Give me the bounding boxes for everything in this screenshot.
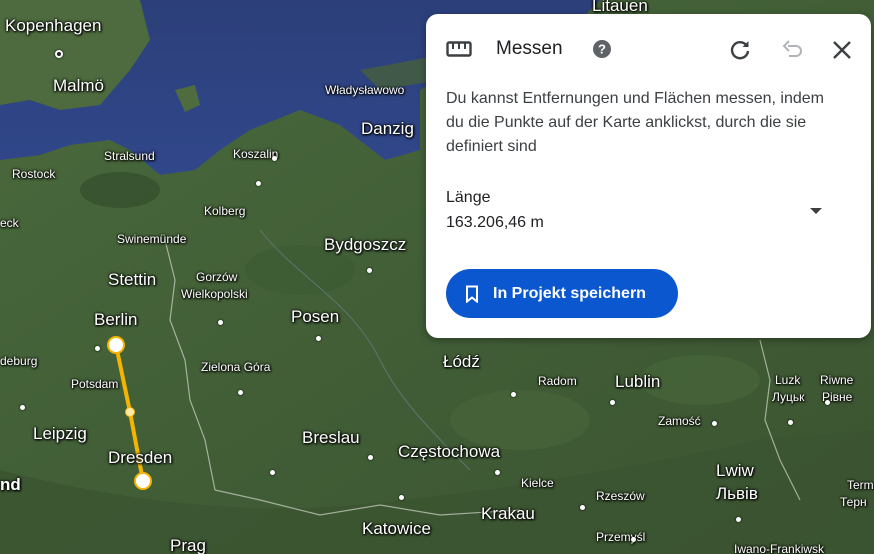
- svg-text:?: ?: [598, 42, 606, 57]
- city-dot: [580, 505, 585, 510]
- city-dot: [20, 405, 25, 410]
- city-dot: [788, 420, 793, 425]
- map-label-wladyslawowo[interactable]: Władysławowo: [325, 84, 404, 96]
- map-label-lublin[interactable]: Lublin: [615, 373, 660, 390]
- map-label-term-cyr[interactable]: Терн: [840, 496, 867, 508]
- map-label-kielce[interactable]: Kielce: [521, 477, 554, 489]
- map-label-rzeszow[interactable]: Rzeszów: [596, 490, 645, 502]
- map-label-gorzow[interactable]: Gorzów: [196, 271, 237, 283]
- map-label-dresden[interactable]: Dresden: [108, 449, 172, 466]
- map-label-luzk[interactable]: Luzk: [775, 374, 800, 386]
- close-icon[interactable]: [828, 36, 856, 64]
- map-label-lwiw[interactable]: Lwiw: [716, 462, 754, 479]
- measure-midpoint[interactable]: [125, 407, 135, 417]
- map-label-zamosc[interactable]: Zamość: [658, 415, 701, 427]
- map-label-kolberg[interactable]: Kolberg: [204, 205, 245, 217]
- save-to-project-button[interactable]: In Projekt speichern: [446, 269, 678, 318]
- city-dot: [736, 517, 741, 522]
- panel-title: Messen: [496, 38, 563, 59]
- refresh-icon[interactable]: [726, 36, 754, 64]
- chevron-down-icon[interactable]: [802, 199, 830, 223]
- ruler-icon: [446, 39, 472, 59]
- map-label-deburg[interactable]: deburg: [0, 355, 37, 367]
- city-dot: [316, 336, 321, 341]
- map-label-posen[interactable]: Posen: [291, 308, 339, 325]
- map-label-stettin[interactable]: Stettin: [108, 271, 156, 288]
- map-label-litauen[interactable]: Litauen: [592, 0, 648, 14]
- map-label-lwiw-cyr[interactable]: Львів: [716, 485, 758, 502]
- city-dot: [399, 495, 404, 500]
- map-label-stralsund[interactable]: Stralsund: [104, 150, 155, 162]
- map-label-katowice[interactable]: Katowice: [362, 520, 431, 537]
- map-label-lodz[interactable]: Łódź: [443, 353, 480, 370]
- measure-panel: Messen ? Du kannst Entfernungen und Fläc…: [426, 14, 871, 338]
- map-label-bydgoszcz[interactable]: Bydgoszcz: [324, 236, 406, 253]
- city-dot: [55, 50, 63, 58]
- map-label-swinemunde[interactable]: Swinemünde: [117, 233, 186, 245]
- map-label-kopenhagen[interactable]: Kopenhagen: [5, 17, 101, 34]
- city-dot: [238, 390, 243, 395]
- city-dot: [631, 537, 636, 542]
- map-label-ivano[interactable]: Iwano-Frankiwsk: [734, 543, 824, 554]
- measure-point-start[interactable]: [107, 336, 125, 354]
- map-label-leipzig[interactable]: Leipzig: [33, 425, 87, 442]
- map-label-zielona-gora[interactable]: Zielona Góra: [201, 361, 270, 373]
- city-dot: [825, 400, 830, 405]
- map-label-rivne[interactable]: Riwne: [820, 374, 853, 386]
- map-label-breslau[interactable]: Breslau: [302, 429, 360, 446]
- map-label-prag[interactable]: Prag: [170, 537, 206, 554]
- city-dot: [256, 181, 261, 186]
- city-dot: [95, 346, 100, 351]
- measure-point-end[interactable]: [134, 472, 152, 490]
- map-label-malmo[interactable]: Malmö: [53, 77, 104, 94]
- map-label-przemysl[interactable]: Przemyśl: [596, 531, 645, 543]
- map-label-berlin[interactable]: Berlin: [94, 311, 137, 328]
- undo-icon[interactable]: [778, 36, 806, 64]
- map-label-danzig[interactable]: Danzig: [361, 120, 414, 137]
- city-dot: [272, 156, 277, 161]
- map-label-krakau[interactable]: Krakau: [481, 505, 535, 522]
- city-dot: [367, 268, 372, 273]
- city-dot: [495, 470, 500, 475]
- city-dot: [368, 455, 373, 460]
- city-dot: [511, 392, 516, 397]
- map-label-luzk-cyr[interactable]: Луцьк: [772, 391, 804, 403]
- map-label-rostock[interactable]: Rostock: [12, 168, 55, 180]
- city-dot: [218, 320, 223, 325]
- map-label-potsdam[interactable]: Potsdam: [71, 378, 118, 390]
- map-label-term[interactable]: Term: [847, 479, 874, 491]
- map-label-nd[interactable]: nd: [0, 476, 21, 493]
- city-dot: [270, 470, 275, 475]
- map-label-wielkopolski[interactable]: Wielkopolski: [181, 288, 248, 300]
- save-button-label: In Projekt speichern: [493, 284, 646, 302]
- map-label-eck[interactable]: eck: [0, 217, 19, 229]
- help-icon[interactable]: ?: [592, 39, 612, 59]
- length-value: 163.206,46 m: [446, 214, 544, 231]
- city-dot: [610, 400, 615, 405]
- map-label-czestochowa[interactable]: Częstochowa: [398, 443, 500, 460]
- measure-description: Du kannst Entfernungen und Flächen messe…: [446, 90, 825, 155]
- map-label-radom[interactable]: Radom: [538, 375, 577, 387]
- bookmark-icon: [465, 284, 481, 304]
- city-dot: [712, 421, 717, 426]
- length-label: Länge: [446, 189, 491, 206]
